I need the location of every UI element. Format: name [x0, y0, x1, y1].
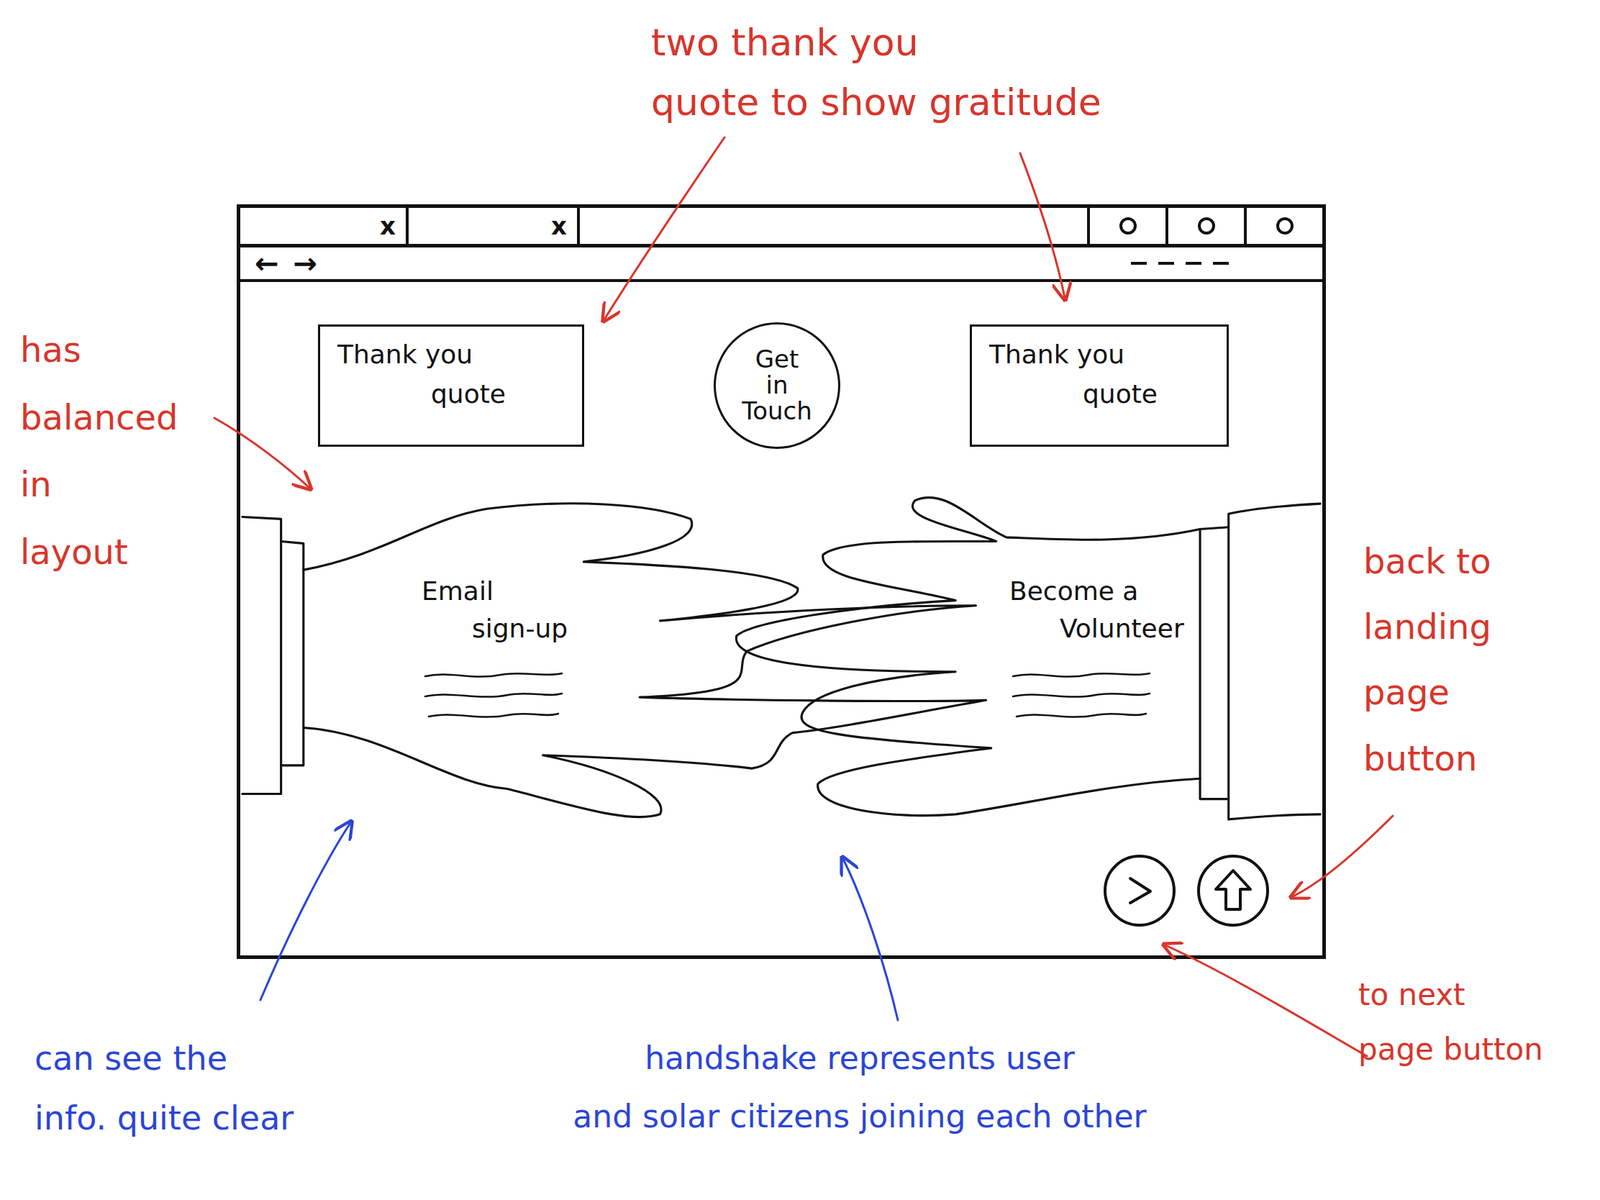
annotation-line: quote to show gratitude	[651, 72, 1242, 133]
control-dot-icon	[1197, 217, 1216, 235]
wireframe-canvas: xx←→Thank youquoteGetinTouchThank youquo…	[0, 0, 1600, 1200]
dash	[1158, 261, 1175, 265]
landing-page-button[interactable]	[1197, 854, 1270, 927]
quote-subtitle: quote	[989, 379, 1210, 409]
scribble-lines-icon	[421, 667, 566, 726]
annotation: to nextpage button	[1358, 967, 1582, 1077]
window-control[interactable]	[1243, 207, 1323, 244]
annotation: back tolandingpagebutton	[1363, 528, 1580, 792]
annotation-line: balanced	[20, 384, 208, 452]
contact-line: Touch	[741, 398, 813, 425]
hand-label: Email	[421, 572, 595, 611]
annotation-line: back to	[1363, 528, 1580, 595]
tab-close[interactable]: x	[379, 211, 396, 241]
window-controls	[1087, 207, 1323, 244]
annotation-line: button	[1363, 725, 1580, 792]
next-page-button[interactable]	[1103, 854, 1176, 927]
hand-label: sign-up	[421, 610, 595, 648]
menu-dashes-icon[interactable]	[1130, 261, 1308, 265]
annotation-line: page	[1363, 659, 1580, 726]
annotation-line: has	[20, 316, 208, 385]
email-signup-block[interactable]: Emailsign-up	[421, 572, 595, 825]
arrow-icon	[1292, 815, 1393, 897]
quote-title: Thank you	[989, 339, 1210, 370]
browser-tab[interactable]: x	[240, 207, 409, 244]
handshake-texts: Emailsign-up Become aVolunteer	[240, 493, 1323, 825]
annotation-line: info. quite clear	[34, 1088, 409, 1149]
back-arrow[interactable]: ←	[254, 248, 280, 278]
control-dot-icon	[1119, 217, 1137, 235]
quote-title: Thank you	[337, 339, 565, 370]
arrow-icon	[1165, 945, 1367, 1057]
hand-label: Become a	[1009, 572, 1183, 611]
window-control[interactable]	[1087, 207, 1166, 244]
chevron-right-icon	[1120, 871, 1159, 911]
annotation-line: can see the	[34, 1028, 409, 1089]
window-control[interactable]	[1165, 207, 1244, 244]
dash	[1185, 261, 1202, 265]
page-content: Thank you quote GetinTouch Thank you quote Em…	[240, 282, 1323, 956]
quote-subtitle: quote	[337, 379, 565, 409]
dash	[1212, 261, 1229, 265]
scribble-lines-icon	[1009, 667, 1154, 726]
annotation-line: handshake represents user	[467, 1028, 1252, 1088]
address-bar: ←→	[240, 247, 1323, 283]
arrow-icon	[843, 858, 898, 1021]
quote-box: Thank you quote	[969, 324, 1229, 447]
arrow-icon	[260, 823, 351, 1000]
up-arrow-icon	[1211, 867, 1255, 914]
hand-label: Volunteer	[1009, 610, 1183, 648]
annotation: hasbalancedinlayout	[20, 316, 208, 586]
arrow-icon	[214, 417, 310, 488]
annotation-line: landing	[1363, 594, 1580, 660]
tab-strip: xx	[240, 207, 1323, 248]
tab-close[interactable]: x	[551, 211, 567, 241]
annotation: can see theinfo. quite clear	[34, 1028, 409, 1149]
handshake-icon	[240, 493, 1323, 825]
top-row: Thank you quote GetinTouch Thank you quote	[240, 282, 1323, 449]
control-dot-icon	[1276, 217, 1294, 235]
annotation-arrows	[0, 0, 1600, 1200]
annotation-line: in	[20, 451, 208, 519]
annotation-line: and solar citizens joining each other	[467, 1087, 1252, 1146]
contact-line: Get	[755, 346, 800, 373]
annotation-line: page button	[1358, 1022, 1582, 1077]
forward-arrow[interactable]: →	[293, 248, 318, 278]
volunteer-block[interactable]: Become aVolunteer	[1009, 572, 1183, 825]
page-buttons	[240, 854, 1323, 927]
handshake-area: Emailsign-up Become aVolunteer	[240, 493, 1323, 825]
arrow-icon	[604, 137, 725, 320]
contact-line: in	[766, 372, 789, 399]
annotation: handshake represents userand solar citiz…	[467, 1028, 1252, 1147]
arrow-icon	[1020, 153, 1065, 298]
quote-box: Thank you quote	[317, 324, 585, 447]
annotation: two thank youquote to show gratitude	[651, 12, 1242, 133]
annotation-line: to next	[1358, 967, 1582, 1023]
dash	[1130, 261, 1147, 265]
browser-window: xx←→Thank youquoteGetinTouchThank youquo…	[236, 204, 1326, 959]
annotation-line: two thank you	[651, 12, 1242, 73]
get-in-touch-button[interactable]: GetinTouch	[713, 322, 841, 449]
annotation-line: layout	[20, 518, 208, 587]
browser-tab[interactable]: x	[408, 207, 580, 244]
